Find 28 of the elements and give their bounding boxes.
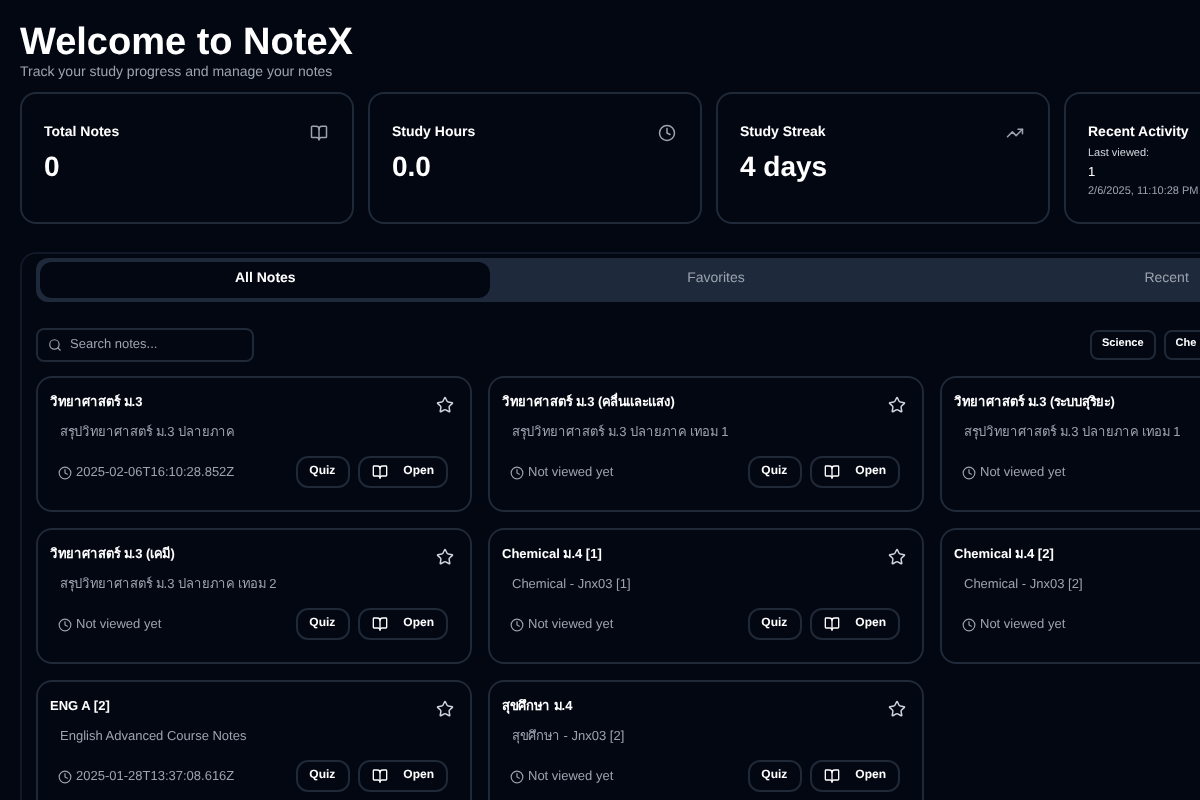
book-icon [371,768,388,784]
book-icon [823,464,840,480]
clock-icon [510,465,524,479]
star-icon[interactable] [436,699,454,717]
clock-icon [58,769,72,783]
book-icon [371,616,388,632]
clock-icon [58,465,72,479]
page-title: Welcome to NoteX [20,24,353,64]
book-icon [823,616,840,632]
star-icon[interactable] [888,547,906,565]
stat-value: 4 days [740,150,828,182]
book-icon [823,768,840,784]
stat-value: 0.0 [392,150,431,182]
clock-icon [962,617,976,631]
clock-icon [510,617,524,631]
search-icon [48,338,62,352]
stat-value: 0 [44,150,60,182]
star-icon[interactable] [436,395,454,413]
clock-icon [510,769,524,783]
clock-icon [658,123,676,141]
star-icon[interactable] [888,395,906,413]
clock-icon [58,617,72,631]
book-icon [310,123,328,141]
clock-icon [962,465,976,479]
star-icon[interactable] [436,547,454,565]
book-icon [371,464,388,480]
star-icon[interactable] [888,699,906,717]
trend-up-icon [1006,123,1024,141]
